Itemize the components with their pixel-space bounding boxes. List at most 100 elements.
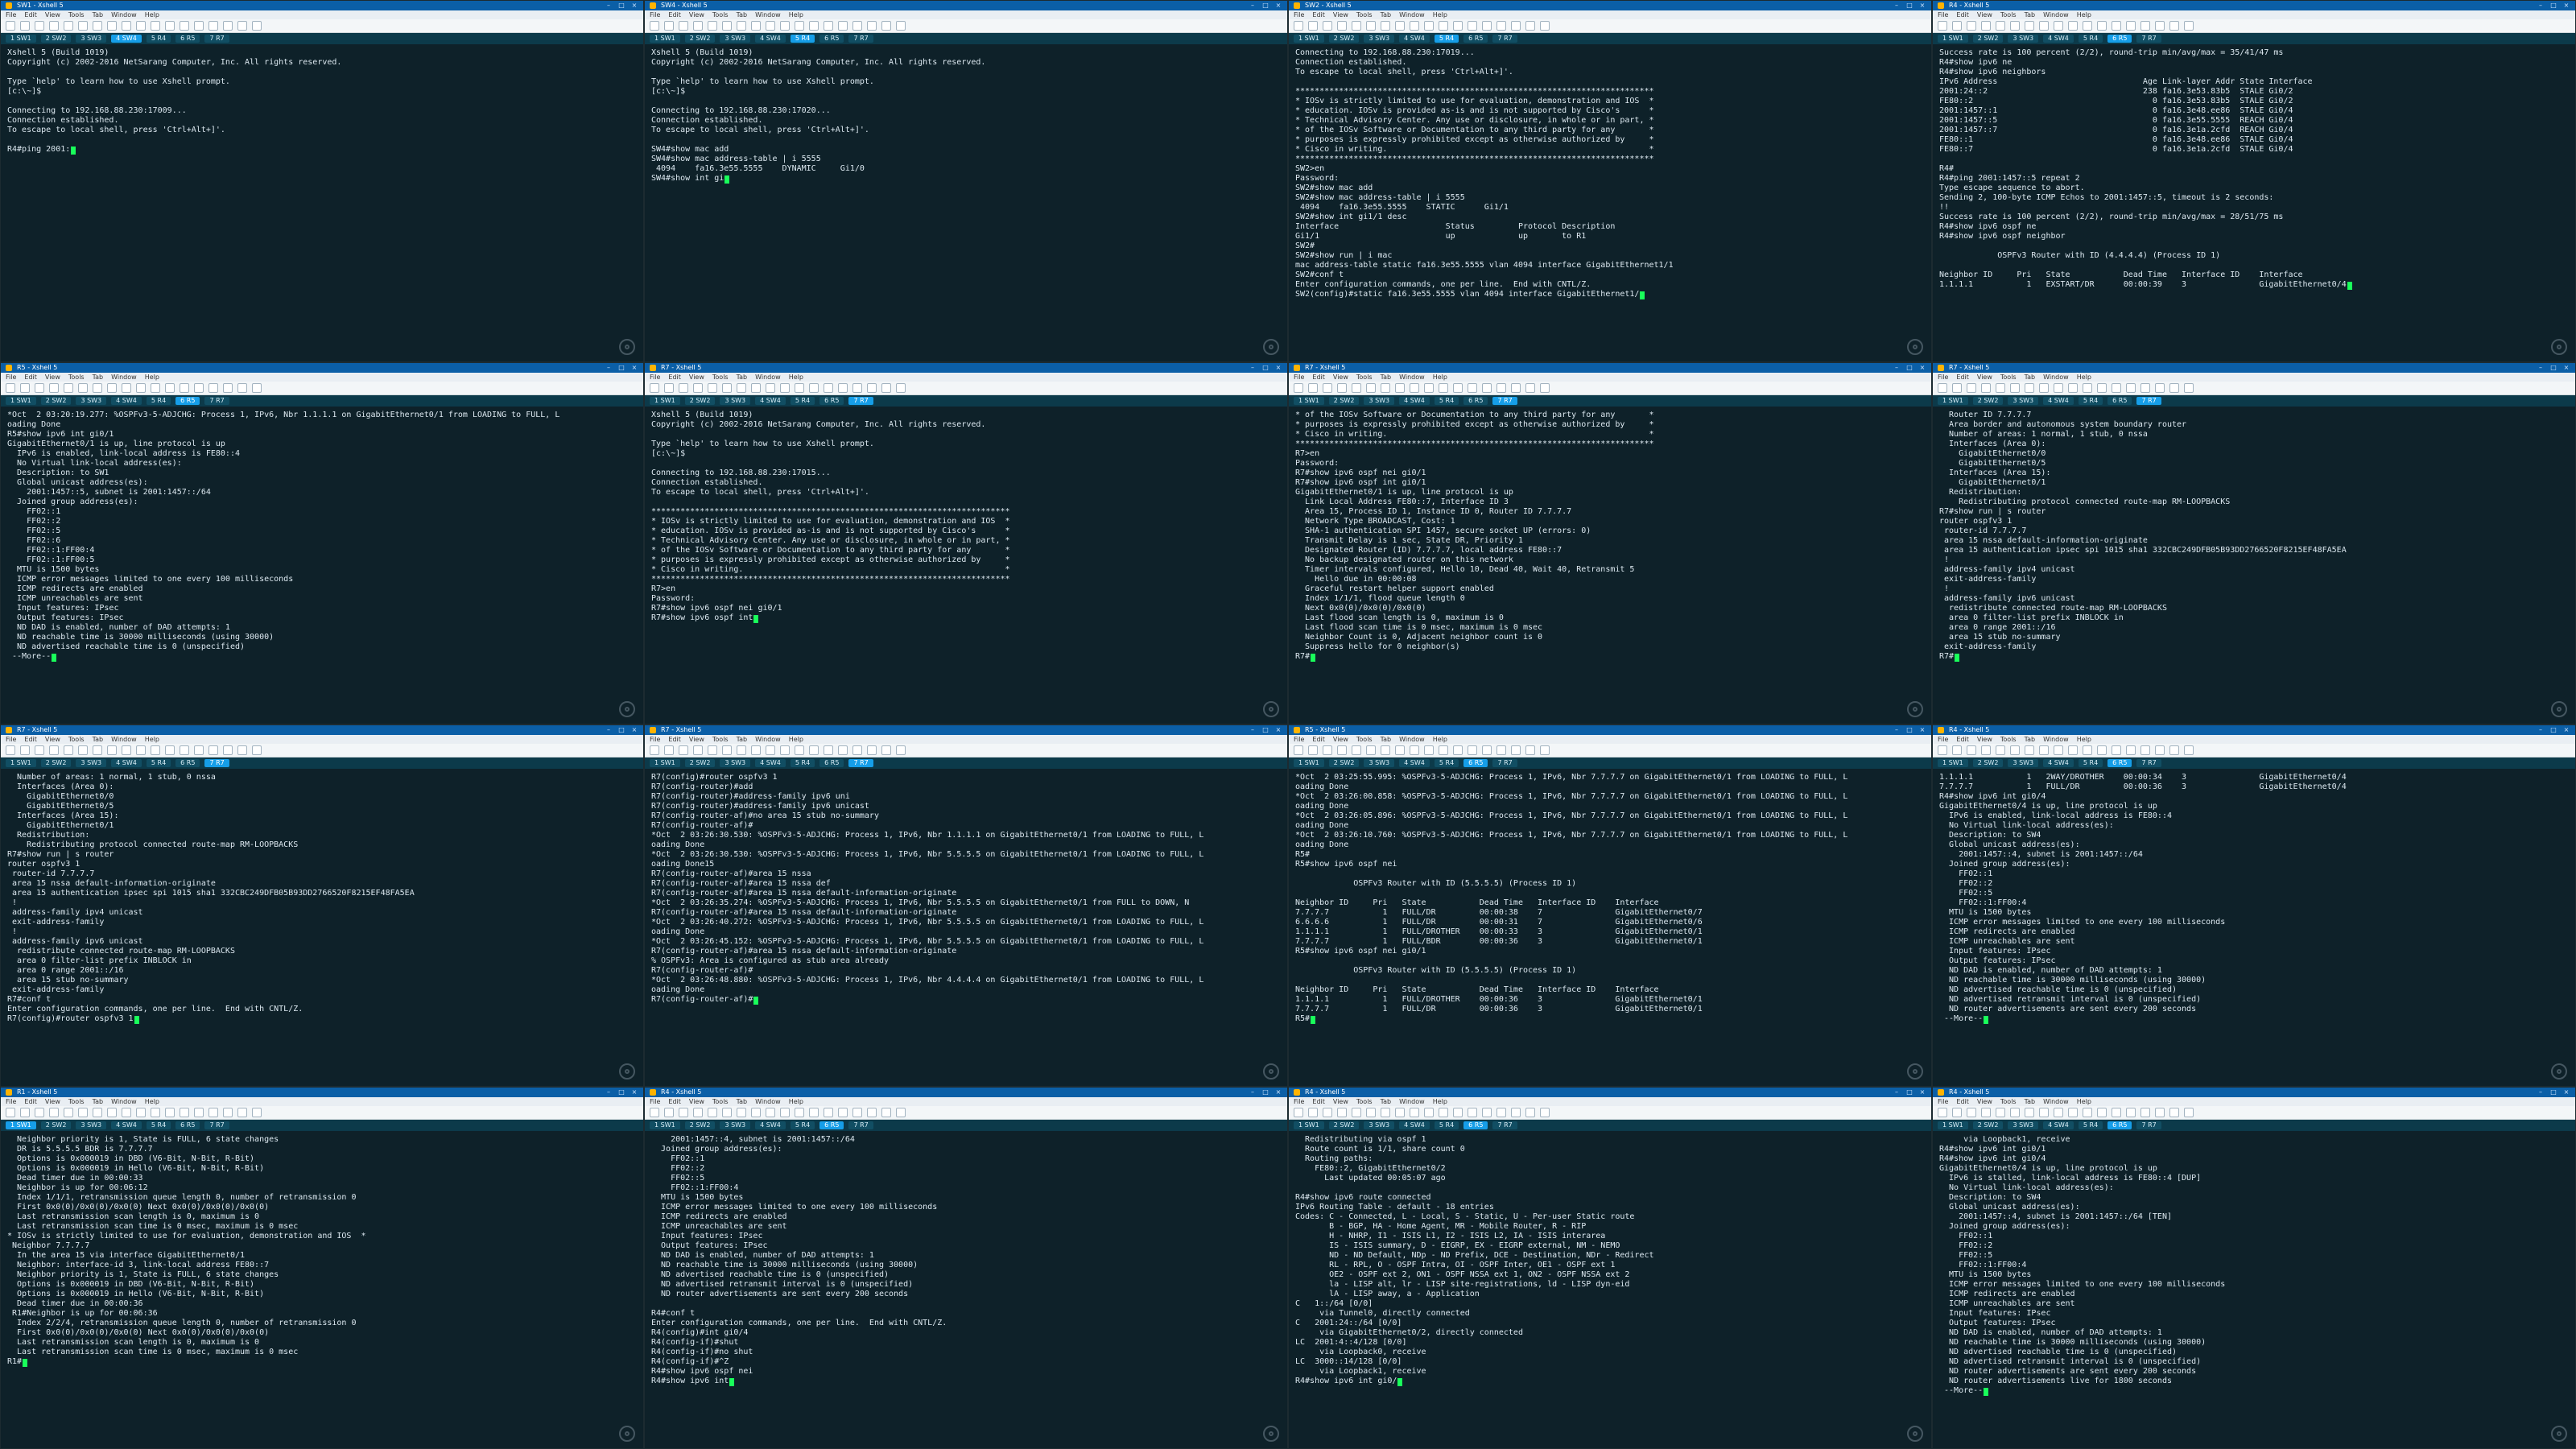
session-tab[interactable]: 5 R4 <box>2078 397 2103 405</box>
toolbar-button-icon[interactable] <box>2155 1108 2165 1117</box>
terminal-output[interactable]: Redistributing via ospf 1 Route count is… <box>1289 1130 1931 1448</box>
toolbar-button-icon[interactable] <box>2068 21 2078 31</box>
toolbar-button-icon[interactable] <box>1996 1108 2005 1117</box>
toolbar-button-icon[interactable] <box>852 1108 862 1117</box>
toolbar-button-icon[interactable] <box>737 1108 746 1117</box>
menu-item[interactable]: Edit <box>24 735 37 744</box>
menu-item[interactable]: View <box>45 373 60 382</box>
toolbar-button-icon[interactable] <box>693 745 703 755</box>
toolbar-button-icon[interactable] <box>1395 21 1405 31</box>
menu-item[interactable]: Window <box>2043 1097 2069 1106</box>
menu-item[interactable]: View <box>1333 735 1348 744</box>
menu-item[interactable]: Window <box>755 373 781 382</box>
menu-item[interactable]: File <box>1938 735 1948 744</box>
toolbar-button-icon[interactable] <box>780 383 790 393</box>
minimize-icon[interactable]: – <box>2537 365 2545 371</box>
terminal-output[interactable]: *Oct 2 03:25:55.995: %OSPFv3-5-ADJCHG: P… <box>1289 768 1931 1086</box>
toolbar-button-icon[interactable] <box>867 21 877 31</box>
session-tab[interactable]: 1 SW1 <box>650 759 680 767</box>
toolbar-button-icon[interactable] <box>679 383 688 393</box>
session-tab[interactable]: 1 SW1 <box>6 1121 36 1129</box>
session-tab[interactable]: 4 SW4 <box>2043 759 2074 767</box>
toolbar-button-icon[interactable] <box>722 745 732 755</box>
toolbar-button-icon[interactable] <box>2097 1108 2107 1117</box>
gear-icon[interactable] <box>2551 1063 2567 1080</box>
session-tab[interactable]: 6 R5 <box>819 759 844 767</box>
toolbar-button-icon[interactable] <box>180 1108 189 1117</box>
toolbar-button-icon[interactable] <box>664 383 674 393</box>
gear-icon[interactable] <box>619 701 635 717</box>
toolbar-button-icon[interactable] <box>1366 1108 1376 1117</box>
toolbar-button-icon[interactable] <box>809 1108 819 1117</box>
toolbar-button-icon[interactable] <box>650 383 659 393</box>
toolbar-button-icon[interactable] <box>93 21 102 31</box>
menu-item[interactable]: Edit <box>668 373 681 382</box>
toolbar-button-icon[interactable] <box>208 745 218 755</box>
toolbar-button-icon[interactable] <box>1525 1108 1535 1117</box>
toolbar-button-icon[interactable] <box>2169 745 2179 755</box>
toolbar-button-icon[interactable] <box>223 21 233 31</box>
toolbar-button-icon[interactable] <box>208 1108 218 1117</box>
session-tab[interactable]: 2 SW2 <box>684 759 716 767</box>
maximize-icon[interactable]: □ <box>2549 2 2557 9</box>
menu-item[interactable]: Edit <box>1312 10 1325 19</box>
menu-item[interactable]: Tab <box>737 1097 748 1106</box>
window-titlebar[interactable]: R4 - Xshell 5 – □ × <box>1933 1088 2575 1097</box>
toolbar-button-icon[interactable] <box>1952 745 1962 755</box>
toolbar-button-icon[interactable] <box>64 1108 73 1117</box>
toolbar-button-icon[interactable] <box>1381 21 1390 31</box>
session-tab[interactable]: 7 R7 <box>204 35 229 43</box>
toolbar-button-icon[interactable] <box>824 1108 833 1117</box>
toolbar-button-icon[interactable] <box>107 1108 117 1117</box>
session-tab[interactable]: 5 R4 <box>146 35 171 43</box>
menu-item[interactable]: View <box>45 10 60 19</box>
gear-icon[interactable] <box>1263 701 1279 717</box>
menu-item[interactable]: Tab <box>1381 735 1392 744</box>
window-titlebar[interactable]: R5 - Xshell 5 – □ × <box>1289 725 1931 735</box>
session-tab[interactable]: 4 SW4 <box>111 397 142 405</box>
toolbar-button-icon[interactable] <box>693 1108 703 1117</box>
toolbar-button-icon[interactable] <box>751 1108 761 1117</box>
toolbar-button-icon[interactable] <box>896 383 906 393</box>
toolbar-button-icon[interactable] <box>2126 383 2136 393</box>
menu-item[interactable]: Help <box>1433 10 1447 19</box>
menu-item[interactable]: Help <box>789 1097 803 1106</box>
menu-item[interactable]: Tools <box>1356 1097 1373 1106</box>
menu-item[interactable]: Window <box>111 373 137 382</box>
toolbar-button-icon[interactable] <box>824 21 833 31</box>
session-tab[interactable]: 7 R7 <box>204 759 229 767</box>
minimize-icon[interactable]: – <box>1893 1089 1901 1096</box>
toolbar-button-icon[interactable] <box>2054 21 2063 31</box>
maximize-icon[interactable]: □ <box>617 1089 625 1096</box>
session-tab[interactable]: 7 R7 <box>2136 1121 2161 1129</box>
menu-item[interactable]: View <box>1977 373 1992 382</box>
toolbar-button-icon[interactable] <box>838 383 848 393</box>
toolbar-button-icon[interactable] <box>1525 21 1535 31</box>
window-titlebar[interactable]: R1 - Xshell 5 – □ × <box>1 1088 643 1097</box>
toolbar-button-icon[interactable] <box>1453 21 1463 31</box>
session-tab[interactable]: 7 R7 <box>848 35 873 43</box>
toolbar-button-icon[interactable] <box>151 745 160 755</box>
menu-item[interactable]: Edit <box>1956 735 1969 744</box>
menu-item[interactable]: Tools <box>2000 735 2017 744</box>
gear-icon[interactable] <box>2551 339 2567 355</box>
toolbar-button-icon[interactable] <box>122 21 131 31</box>
toolbar-button-icon[interactable] <box>664 21 674 31</box>
toolbar-button-icon[interactable] <box>2112 1108 2121 1117</box>
toolbar-button-icon[interactable] <box>780 745 790 755</box>
maximize-icon[interactable]: □ <box>1905 1089 1913 1096</box>
menu-item[interactable]: Help <box>2077 1097 2091 1106</box>
menu-item[interactable]: Edit <box>1312 373 1325 382</box>
toolbar-button-icon[interactable] <box>1482 21 1492 31</box>
menu-item[interactable]: Help <box>145 1097 159 1106</box>
menu-item[interactable]: File <box>1294 373 1304 382</box>
session-tab[interactable]: 2 SW2 <box>1328 759 1360 767</box>
toolbar-button-icon[interactable] <box>180 745 189 755</box>
session-tab[interactable]: 1 SW1 <box>1938 1121 1968 1129</box>
toolbar-button-icon[interactable] <box>1410 745 1419 755</box>
session-tab[interactable]: 5 R4 <box>790 397 815 405</box>
toolbar-button-icon[interactable] <box>122 1108 131 1117</box>
toolbar-button-icon[interactable] <box>2054 383 2063 393</box>
toolbar-button-icon[interactable] <box>1424 1108 1434 1117</box>
minimize-icon[interactable]: – <box>2537 727 2545 733</box>
